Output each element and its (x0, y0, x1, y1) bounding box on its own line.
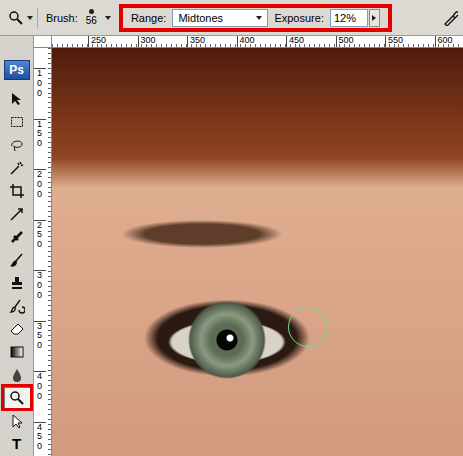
tool-icon (9, 390, 25, 406)
tool-icon (9, 229, 25, 245)
tool-button[interactable] (4, 387, 30, 408)
photo-canvas[interactable] (52, 48, 463, 456)
ruler-label: 450 (34, 422, 46, 456)
photoshop-window: Brush: 56 Range: Midtones Exposure: 12% Ps T 250… (0, 0, 463, 456)
brush-picker[interactable]: 56 (86, 9, 97, 26)
tool-button[interactable] (4, 272, 30, 293)
ruler-label: 350 (34, 321, 46, 372)
tool-button[interactable] (4, 134, 30, 155)
dodge-icon (8, 10, 24, 26)
brush-cursor (288, 307, 328, 347)
tool-button[interactable] (4, 249, 30, 270)
tool-button[interactable] (4, 88, 30, 109)
tool-icon (9, 137, 25, 153)
range-label: Range: (131, 12, 166, 24)
arrow-icon (372, 15, 376, 21)
tool-icon (9, 160, 25, 176)
ruler-label: 150 (34, 119, 46, 170)
tool-button[interactable] (4, 410, 30, 431)
tool-icon (9, 252, 25, 268)
dropdown-arrow-icon (27, 16, 33, 20)
ruler-label: 600 (435, 36, 463, 47)
tool-icon (9, 114, 25, 130)
tool-button[interactable] (4, 364, 30, 385)
tool-button[interactable] (4, 111, 30, 132)
ruler-label: 200 (34, 169, 46, 220)
airbrush-icon[interactable] (443, 10, 459, 26)
ruler-label: 300 (34, 270, 46, 321)
tool-icon (9, 206, 25, 222)
ruler-label: 250 (88, 36, 138, 47)
tool-icon (9, 275, 25, 291)
brush-label: Brush: (46, 12, 78, 24)
tool-button[interactable] (4, 318, 30, 339)
ruler-origin[interactable] (34, 36, 52, 48)
ruler-label: 250 (34, 220, 46, 271)
brush-tip-icon (89, 9, 94, 14)
exposure-slider-button[interactable] (369, 9, 380, 27)
ruler-label: 100 (34, 68, 46, 119)
tool-icon (9, 91, 25, 107)
ruler-label: 400 (237, 36, 287, 47)
select-arrow-icon (256, 16, 262, 20)
tool-icon (9, 183, 25, 199)
range-exposure-group: Range: Midtones Exposure: 12% (119, 4, 392, 32)
tool-button[interactable]: T (4, 433, 30, 454)
tool-icon (9, 344, 25, 360)
tool-button[interactable] (4, 157, 30, 178)
ruler-label: 500 (336, 36, 386, 47)
tool-preset-picker[interactable] (4, 8, 38, 28)
ruler-label: 550 (385, 36, 435, 47)
tool-button[interactable] (4, 295, 30, 316)
vertical-ruler: 100150200250300350400450 (34, 48, 52, 456)
tool-icon (9, 413, 25, 429)
range-select[interactable]: Midtones (172, 9, 268, 27)
photoshop-logo[interactable]: Ps (4, 60, 30, 80)
exposure-label: Exposure: (274, 12, 324, 24)
tool-button[interactable] (4, 226, 30, 247)
brush-dropdown-arrow-icon[interactable] (105, 16, 111, 20)
exposure-field[interactable]: 12% (330, 9, 368, 27)
tool-button[interactable] (4, 203, 30, 224)
ruler-label: 300 (138, 36, 188, 47)
ruler-label: 400 (34, 371, 46, 422)
tool-icon (9, 321, 25, 337)
brush-size: 56 (86, 16, 97, 26)
tool-icon (9, 367, 25, 383)
ruler-label: 350 (187, 36, 237, 47)
tool-button[interactable] (4, 341, 30, 362)
options-bar: Brush: 56 Range: Midtones Exposure: 12% (0, 0, 463, 36)
tool-button[interactable] (4, 180, 30, 201)
toolbox: Ps T (0, 36, 34, 456)
ruler-label: 450 (286, 36, 336, 47)
horizontal-ruler: 250300350400450500550600 (52, 36, 463, 48)
tool-icon (9, 298, 25, 314)
